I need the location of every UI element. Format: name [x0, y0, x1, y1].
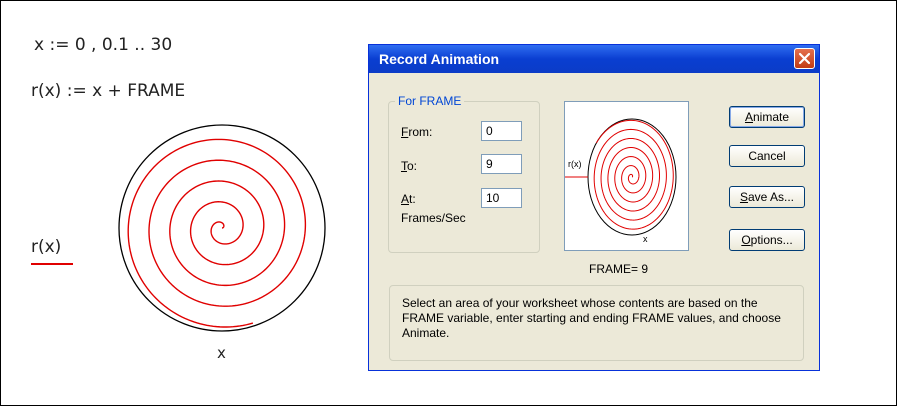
instructions-text: Select an area of your worksheet whose c…: [402, 296, 781, 340]
at-input[interactable]: [481, 188, 522, 208]
dialog-title-bar[interactable]: Record Animation: [369, 45, 819, 73]
from-label: From:: [401, 125, 433, 139]
polar-plot[interactable]: [115, 121, 329, 335]
animate-button[interactable]: Animate: [729, 106, 805, 128]
frame-readout: FRAME= 9: [589, 262, 649, 276]
close-button[interactable]: [794, 48, 815, 69]
from-input[interactable]: [481, 121, 522, 141]
dialog-title: Record Animation: [379, 51, 500, 67]
plot-legend-line: [31, 263, 73, 265]
to-label: To:: [401, 159, 418, 173]
animation-preview: r(x) x: [564, 101, 689, 251]
save-as-button[interactable]: Save As...: [729, 186, 805, 208]
cancel-button[interactable]: Cancel: [729, 145, 805, 167]
options-button[interactable]: Options...: [729, 229, 805, 251]
at-label: At:: [401, 192, 416, 206]
preview-legend-label: r(x): [568, 159, 582, 169]
frames-per-sec-label: Frames/Sec: [401, 211, 466, 225]
function-definition[interactable]: r(x) := x + FRAME: [31, 81, 185, 101]
plot-x-axis-label: x: [217, 344, 226, 362]
close-icon: [798, 52, 811, 65]
preview-x-label: x: [643, 234, 648, 244]
preview-spiral-trace: [593, 119, 674, 230]
range-definition[interactable]: x := 0 , 0.1 .. 30: [34, 35, 172, 55]
plot-spiral-trace: [127, 138, 307, 328]
for-frame-group-title: For FRAME: [395, 94, 465, 108]
plot-legend-label: r(x): [31, 237, 62, 257]
record-animation-dialog: Record Animation For FRAME From: To: At:…: [368, 44, 820, 371]
to-input[interactable]: [481, 154, 522, 174]
